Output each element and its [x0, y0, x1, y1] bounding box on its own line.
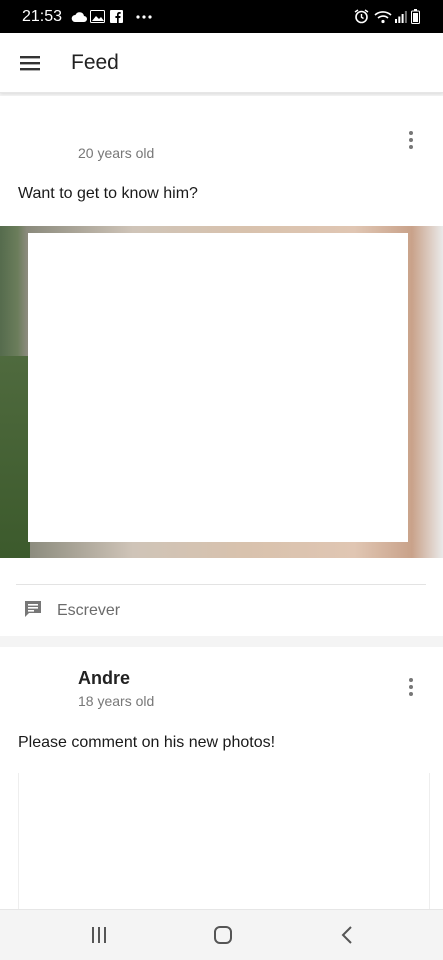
feed-post-2: Andre 18 years old Please comment on his…	[0, 647, 443, 913]
post-media[interactable]	[18, 773, 430, 913]
app-bar: Feed	[0, 33, 443, 93]
photo-redaction	[28, 233, 408, 542]
post-options-icon[interactable]	[401, 128, 421, 152]
post-options-icon[interactable]	[401, 675, 421, 699]
recent-apps-icon[interactable]	[89, 922, 109, 948]
post-author-age: 20 years old	[78, 145, 155, 161]
facebook-icon	[110, 0, 123, 33]
comment-icon	[23, 599, 43, 624]
alarm-icon	[354, 0, 369, 33]
status-bar: 21:53	[0, 0, 443, 33]
page-title: Feed	[71, 51, 119, 74]
post-author-name[interactable]: Andre	[78, 668, 130, 689]
wifi-icon	[374, 0, 392, 33]
post-text: Want to get to know him?	[18, 185, 198, 202]
post-divider	[16, 584, 426, 585]
post-author-age: 18 years old	[78, 693, 155, 709]
photo-background	[0, 356, 30, 558]
back-icon[interactable]	[337, 922, 357, 948]
post-text: Please comment on his new photos!	[18, 734, 276, 751]
write-comment-label: Escrever	[57, 602, 121, 619]
write-comment-button[interactable]: Escrever	[0, 591, 443, 631]
status-time: 21:53	[22, 8, 63, 25]
signal-icon	[395, 0, 407, 33]
cloud-icon	[71, 0, 87, 33]
post-photo[interactable]	[0, 226, 443, 558]
hamburger-menu-icon[interactable]	[14, 47, 46, 79]
battery-icon	[411, 0, 420, 33]
more-icon	[136, 0, 152, 33]
screen: 21:53 Feed 20 years old Want to get to k…	[0, 0, 443, 960]
gallery-icon	[90, 0, 105, 33]
home-icon[interactable]	[211, 922, 235, 948]
system-nav-bar	[0, 909, 443, 960]
feed-post-1: 20 years old Want to get to know him? Es…	[0, 96, 443, 636]
